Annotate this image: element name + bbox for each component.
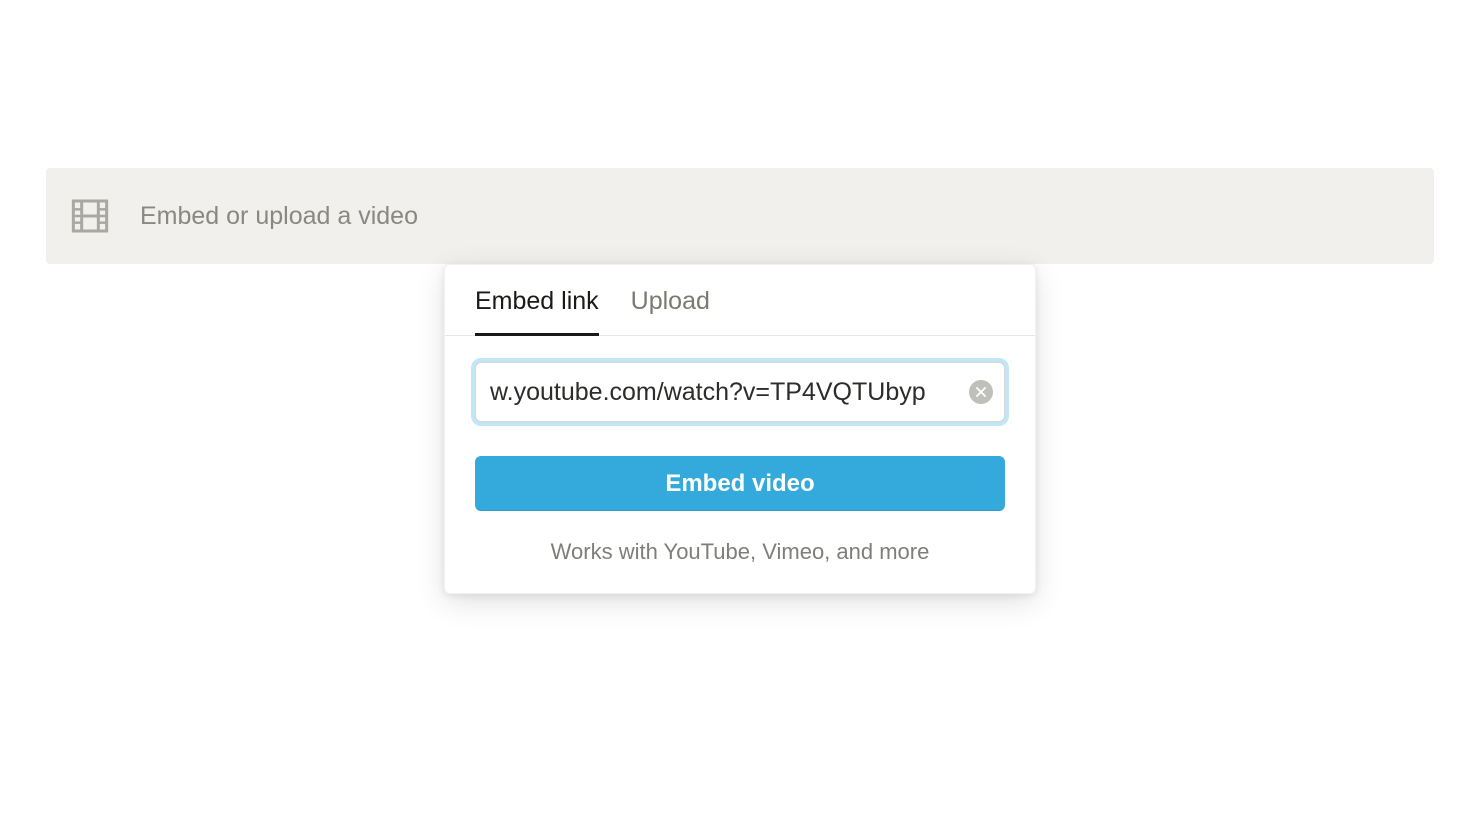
tab-embed-link[interactable]: Embed link (475, 265, 599, 335)
popup-tabs: Embed link Upload (445, 265, 1035, 336)
close-icon (976, 387, 986, 397)
video-embed-block[interactable]: Embed or upload a video (46, 168, 1434, 264)
url-input-wrapper (475, 362, 1005, 422)
popup-body: Embed video Works with YouTube, Vimeo, a… (445, 336, 1035, 593)
tab-label: Embed link (475, 287, 599, 315)
video-url-input[interactable] (475, 362, 1005, 422)
clear-input-button[interactable] (969, 380, 993, 404)
film-icon (70, 196, 110, 236)
embed-video-button[interactable]: Embed video (475, 456, 1005, 511)
tab-upload[interactable]: Upload (631, 265, 710, 335)
video-block-placeholder: Embed or upload a video (140, 202, 418, 231)
tab-label: Upload (631, 287, 710, 315)
embed-popup: Embed link Upload Embed video Works with… (444, 264, 1036, 594)
embed-hint-text: Works with YouTube, Vimeo, and more (475, 539, 1005, 565)
